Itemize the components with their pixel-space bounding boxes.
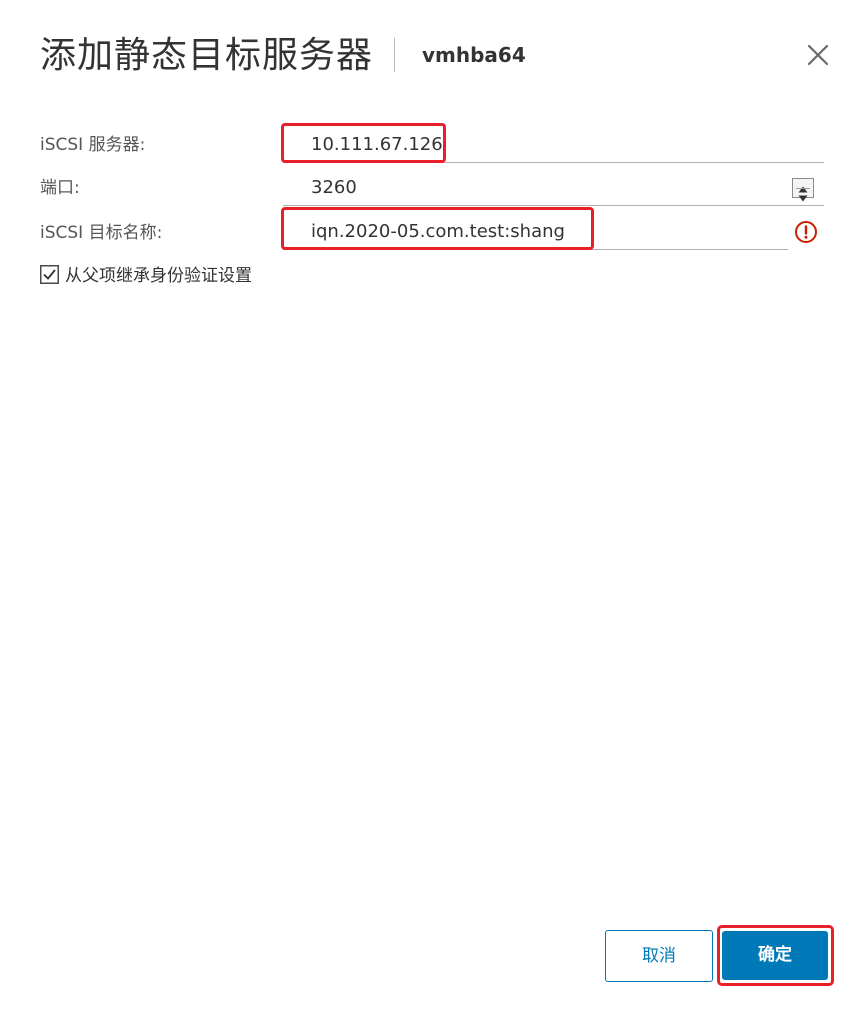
port-increment-button[interactable] bbox=[793, 179, 813, 193]
server-label: iSCSI 服务器: bbox=[40, 135, 146, 155]
port-input[interactable] bbox=[311, 174, 771, 202]
port-underline bbox=[283, 205, 824, 206]
inherit-auth-label: 从父项继承身份验证设置 bbox=[65, 266, 252, 286]
add-static-target-dialog: 添加静态目标服务器 vmhba64 iSCSI 服务器: 端口: iSCSI 目… bbox=[0, 0, 865, 1019]
error-circle-icon bbox=[794, 220, 818, 244]
port-label: 端口: bbox=[40, 178, 80, 198]
ok-button[interactable]: 确定 bbox=[722, 931, 828, 980]
server-highlight bbox=[281, 123, 446, 163]
dialog-subtitle: vmhba64 bbox=[422, 43, 526, 67]
target-name-label: iSCSI 目标名称: bbox=[40, 223, 163, 243]
title-divider bbox=[394, 38, 395, 72]
dialog-title: 添加静态目标服务器 bbox=[40, 35, 374, 76]
port-decrement-button[interactable] bbox=[793, 188, 813, 202]
spinner-arrows-icon bbox=[792, 178, 814, 202]
cancel-button[interactable]: 取消 bbox=[605, 930, 713, 982]
close-icon[interactable] bbox=[805, 42, 831, 68]
target-name-highlight bbox=[281, 207, 594, 250]
inherit-auth-checkbox[interactable] bbox=[40, 265, 59, 284]
